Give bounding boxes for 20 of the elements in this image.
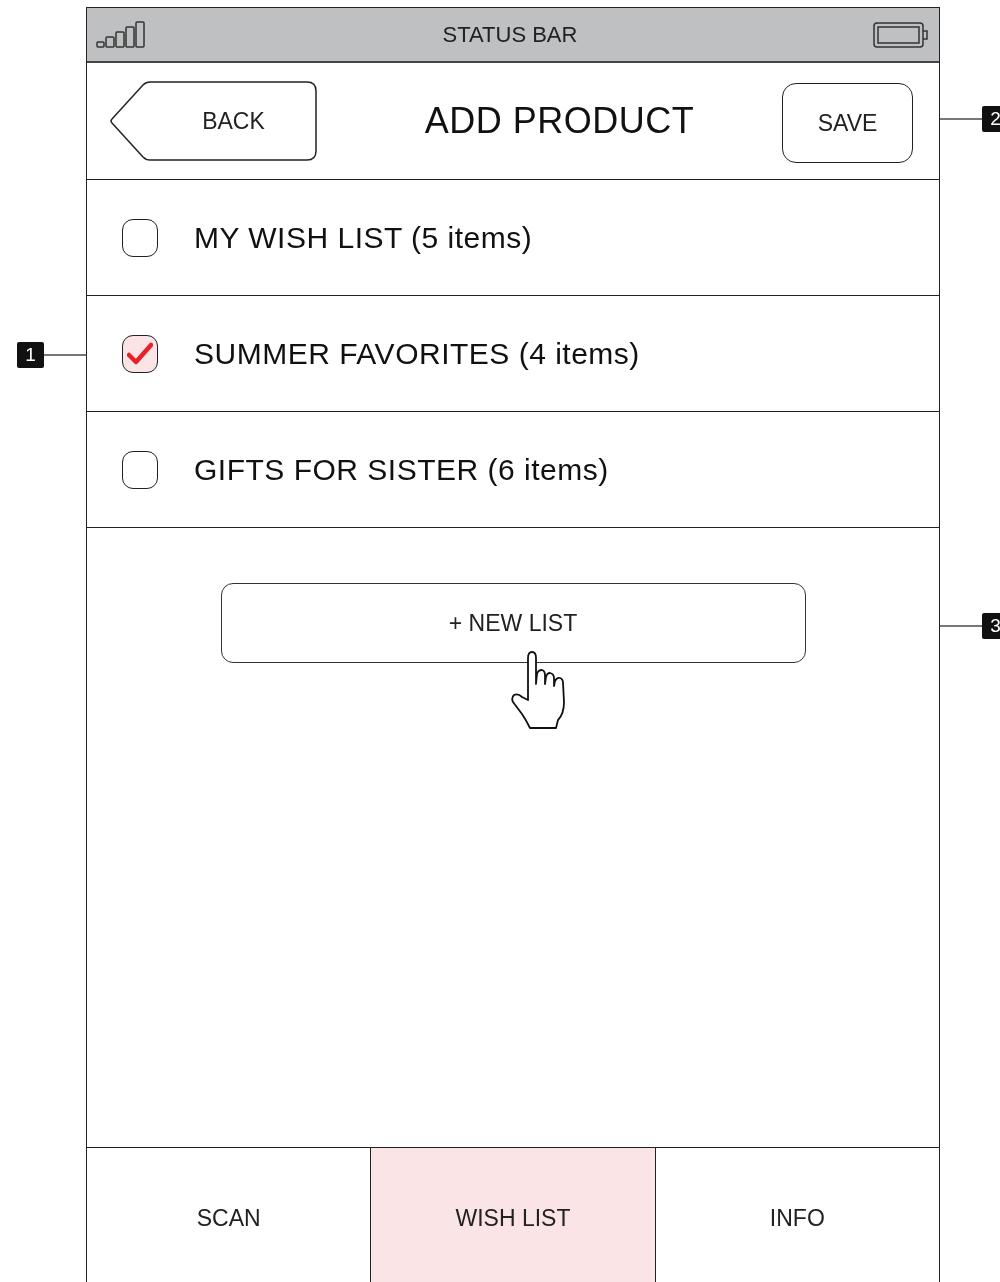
annotation-marker: 3	[982, 613, 1000, 639]
status-bar-title: STATUS BAR	[442, 21, 578, 48]
save-button[interactable]: SAVE	[782, 83, 913, 163]
checkbox[interactable]	[122, 334, 158, 373]
leader-line	[940, 625, 982, 627]
list-label: GIFTS FOR SISTER (6 items)	[194, 452, 609, 487]
page-title: ADD PRODUCT	[424, 100, 695, 142]
leader-line	[940, 118, 982, 120]
battery-icon	[873, 21, 931, 48]
list-label: SUMMER FAVORITES (4 items)	[194, 336, 640, 371]
checkbox[interactable]	[122, 218, 158, 257]
new-list-button[interactable]: + NEW LIST	[220, 583, 806, 663]
back-button[interactable]: BACK	[110, 81, 317, 161]
signal-icon	[95, 20, 147, 49]
tab[interactable]: WISH LIST	[371, 1148, 656, 1282]
annotation-marker: 1	[17, 342, 44, 368]
list-label: MY WISH LIST (5 items)	[194, 220, 533, 255]
annotation-marker: 2	[982, 106, 1000, 132]
checkbox[interactable]	[122, 450, 158, 489]
leader-line	[44, 354, 86, 356]
